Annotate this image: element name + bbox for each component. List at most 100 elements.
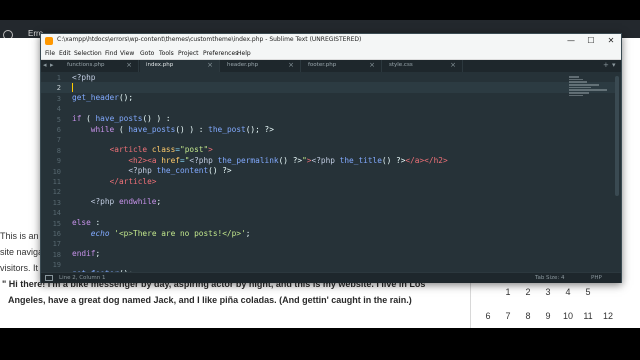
tab-label: style.css — [389, 62, 413, 68]
tab-close-icon[interactable]: × — [207, 61, 213, 69]
tab-style-css[interactable]: style.css × — [383, 60, 463, 72]
menu-help[interactable]: Help — [237, 50, 251, 57]
code-line: while ( have_posts() ) : the_post(); ?> — [90, 124, 274, 134]
tab-close-icon[interactable]: × — [126, 61, 132, 69]
tab-label: header.php — [227, 62, 259, 68]
line-number: 18 — [52, 250, 61, 259]
calendar-day[interactable]: 5 — [578, 287, 598, 297]
line-number: 9 — [56, 157, 61, 166]
code-line: echo '<p>There are no posts!</p>'; — [90, 228, 251, 238]
code-line: <?php endwhile; — [90, 197, 162, 207]
calendar-widget: 1 2 3 4 5 6 7 8 9 10 11 12 — [478, 280, 618, 328]
line-number: 11 — [52, 178, 61, 186]
screen: Erro This is an e site naviga visitors. … — [0, 0, 640, 360]
line-gutter: 1 2 3 4 5 6 7 8 9 10 11 12 13 14 15 16 1… — [41, 72, 67, 272]
minimize-button[interactable]: — — [561, 35, 581, 47]
calendar-day[interactable]: 2 — [518, 287, 538, 297]
line-number: 5 — [56, 115, 61, 124]
calendar-day[interactable]: 11 — [578, 311, 598, 321]
tab-close-icon[interactable]: × — [369, 61, 375, 69]
tab-close-icon[interactable]: × — [450, 61, 456, 69]
menu-edit[interactable]: Edit — [59, 50, 71, 57]
panel-toggle-icon[interactable] — [45, 275, 53, 281]
bg-quote-line: Angeles, have a great dog named Jack, an… — [8, 295, 412, 305]
title-bar[interactable]: C:\xampp\htdocs\errors\wp-content\themes… — [41, 34, 621, 48]
menu-selection[interactable]: Selection — [74, 50, 102, 57]
calendar-day[interactable]: 6 — [478, 311, 498, 321]
tab-close-icon[interactable]: × — [288, 61, 294, 69]
menu-find[interactable]: Find — [105, 50, 117, 57]
code-line: <?php the_content() ?> — [128, 166, 232, 176]
code-line: else : — [72, 218, 101, 228]
tab-scroll-left-icon[interactable]: ◂ — [43, 61, 47, 69]
code-line: <h2><a href="<?php the_permalink() ?>"><… — [128, 155, 448, 165]
current-line-highlight — [41, 82, 619, 93]
tab-label: index.php — [146, 62, 174, 68]
line-number: 1 — [56, 74, 61, 82]
menu-view[interactable]: View — [120, 50, 134, 57]
calendar-day[interactable]: 4 — [558, 287, 578, 297]
tab-bar: ◂ ▸ functions.php × index.php × header.p… — [41, 60, 621, 72]
line-number: 19 — [52, 261, 61, 270]
calendar-day[interactable]: 9 — [538, 311, 558, 321]
calendar-day[interactable]: 8 — [518, 311, 538, 321]
line-number: 10 — [52, 167, 61, 176]
code-line: endif; — [72, 249, 101, 259]
line-number: 6 — [56, 126, 61, 134]
line-number: 2 — [56, 84, 61, 93]
calendar-day[interactable]: 12 — [598, 311, 618, 321]
menu-goto[interactable]: Goto — [140, 50, 154, 57]
code-line: <?php — [72, 72, 96, 82]
tab-functions-php[interactable]: functions.php × — [59, 60, 139, 72]
sublime-logo-icon — [45, 37, 53, 45]
maximize-button[interactable]: ☐ — [581, 35, 601, 47]
line-number: 4 — [56, 105, 61, 114]
letterbox-top — [0, 0, 640, 20]
menu-preferences[interactable]: Preferences — [203, 50, 238, 57]
tab-size-indicator[interactable]: Tab Size: 4 — [535, 275, 564, 281]
status-bar: Line 2, Column 1 Tab Size: 4 PHP — [41, 272, 621, 283]
tab-header-php[interactable]: header.php × — [221, 60, 301, 72]
tab-index-php[interactable]: index.php × — [140, 60, 220, 72]
menu-file[interactable]: File — [45, 50, 55, 57]
code-line: get_header(); — [72, 93, 134, 103]
letterbox-bottom — [0, 328, 640, 360]
cursor-position: Line 2, Column 1 — [59, 275, 106, 281]
calendar-day[interactable]: 3 — [538, 287, 558, 297]
line-number: 16 — [52, 230, 61, 238]
code-line: <article class="post"> — [109, 145, 213, 155]
tab-overflow-icon[interactable]: ▾ — [612, 61, 616, 69]
minimap[interactable] — [569, 76, 609, 116]
line-number: 7 — [56, 136, 61, 145]
vertical-scrollbar[interactable] — [615, 76, 619, 196]
tab-footer-php[interactable]: footer.php × — [302, 60, 382, 72]
line-number: 15 — [52, 219, 61, 228]
line-number: 14 — [52, 209, 61, 218]
calendar-row: 6 7 8 9 10 11 12 — [478, 304, 618, 328]
close-button[interactable]: ✕ — [601, 35, 621, 47]
bg-paragraph-line: site naviga — [0, 247, 44, 257]
text-cursor — [72, 83, 73, 92]
tab-label: footer.php — [308, 62, 337, 68]
calendar-day[interactable]: 10 — [558, 311, 578, 321]
line-number: 13 — [52, 198, 61, 207]
calendar-day[interactable]: 1 — [498, 287, 518, 297]
tab-label: functions.php — [67, 62, 105, 68]
calendar-row: 1 2 3 4 5 — [478, 280, 618, 304]
bg-paragraph-line: visitors. It — [0, 263, 39, 273]
line-number: 3 — [56, 94, 61, 103]
window-title: C:\xampp\htdocs\errors\wp-content\themes… — [57, 36, 362, 43]
sublime-window: C:\xampp\htdocs\errors\wp-content\themes… — [40, 33, 622, 283]
line-number: 17 — [52, 240, 61, 249]
menu-bar: File Edit Selection Find View Goto Tools… — [41, 48, 621, 60]
tab-scroll-right-icon[interactable]: ▸ — [50, 61, 54, 69]
new-tab-icon[interactable]: + — [603, 61, 609, 69]
line-number: 8 — [56, 146, 61, 155]
code-editor[interactable]: 1 2 3 4 5 6 7 8 9 10 11 12 13 14 15 16 1… — [41, 72, 621, 272]
calendar-day[interactable]: 7 — [498, 311, 518, 321]
syntax-indicator[interactable]: PHP — [591, 275, 602, 281]
code-line: if ( have_posts() ) : — [72, 114, 171, 124]
menu-tools[interactable]: Tools — [159, 50, 174, 57]
line-number: 12 — [52, 188, 61, 197]
menu-project[interactable]: Project — [178, 50, 199, 57]
